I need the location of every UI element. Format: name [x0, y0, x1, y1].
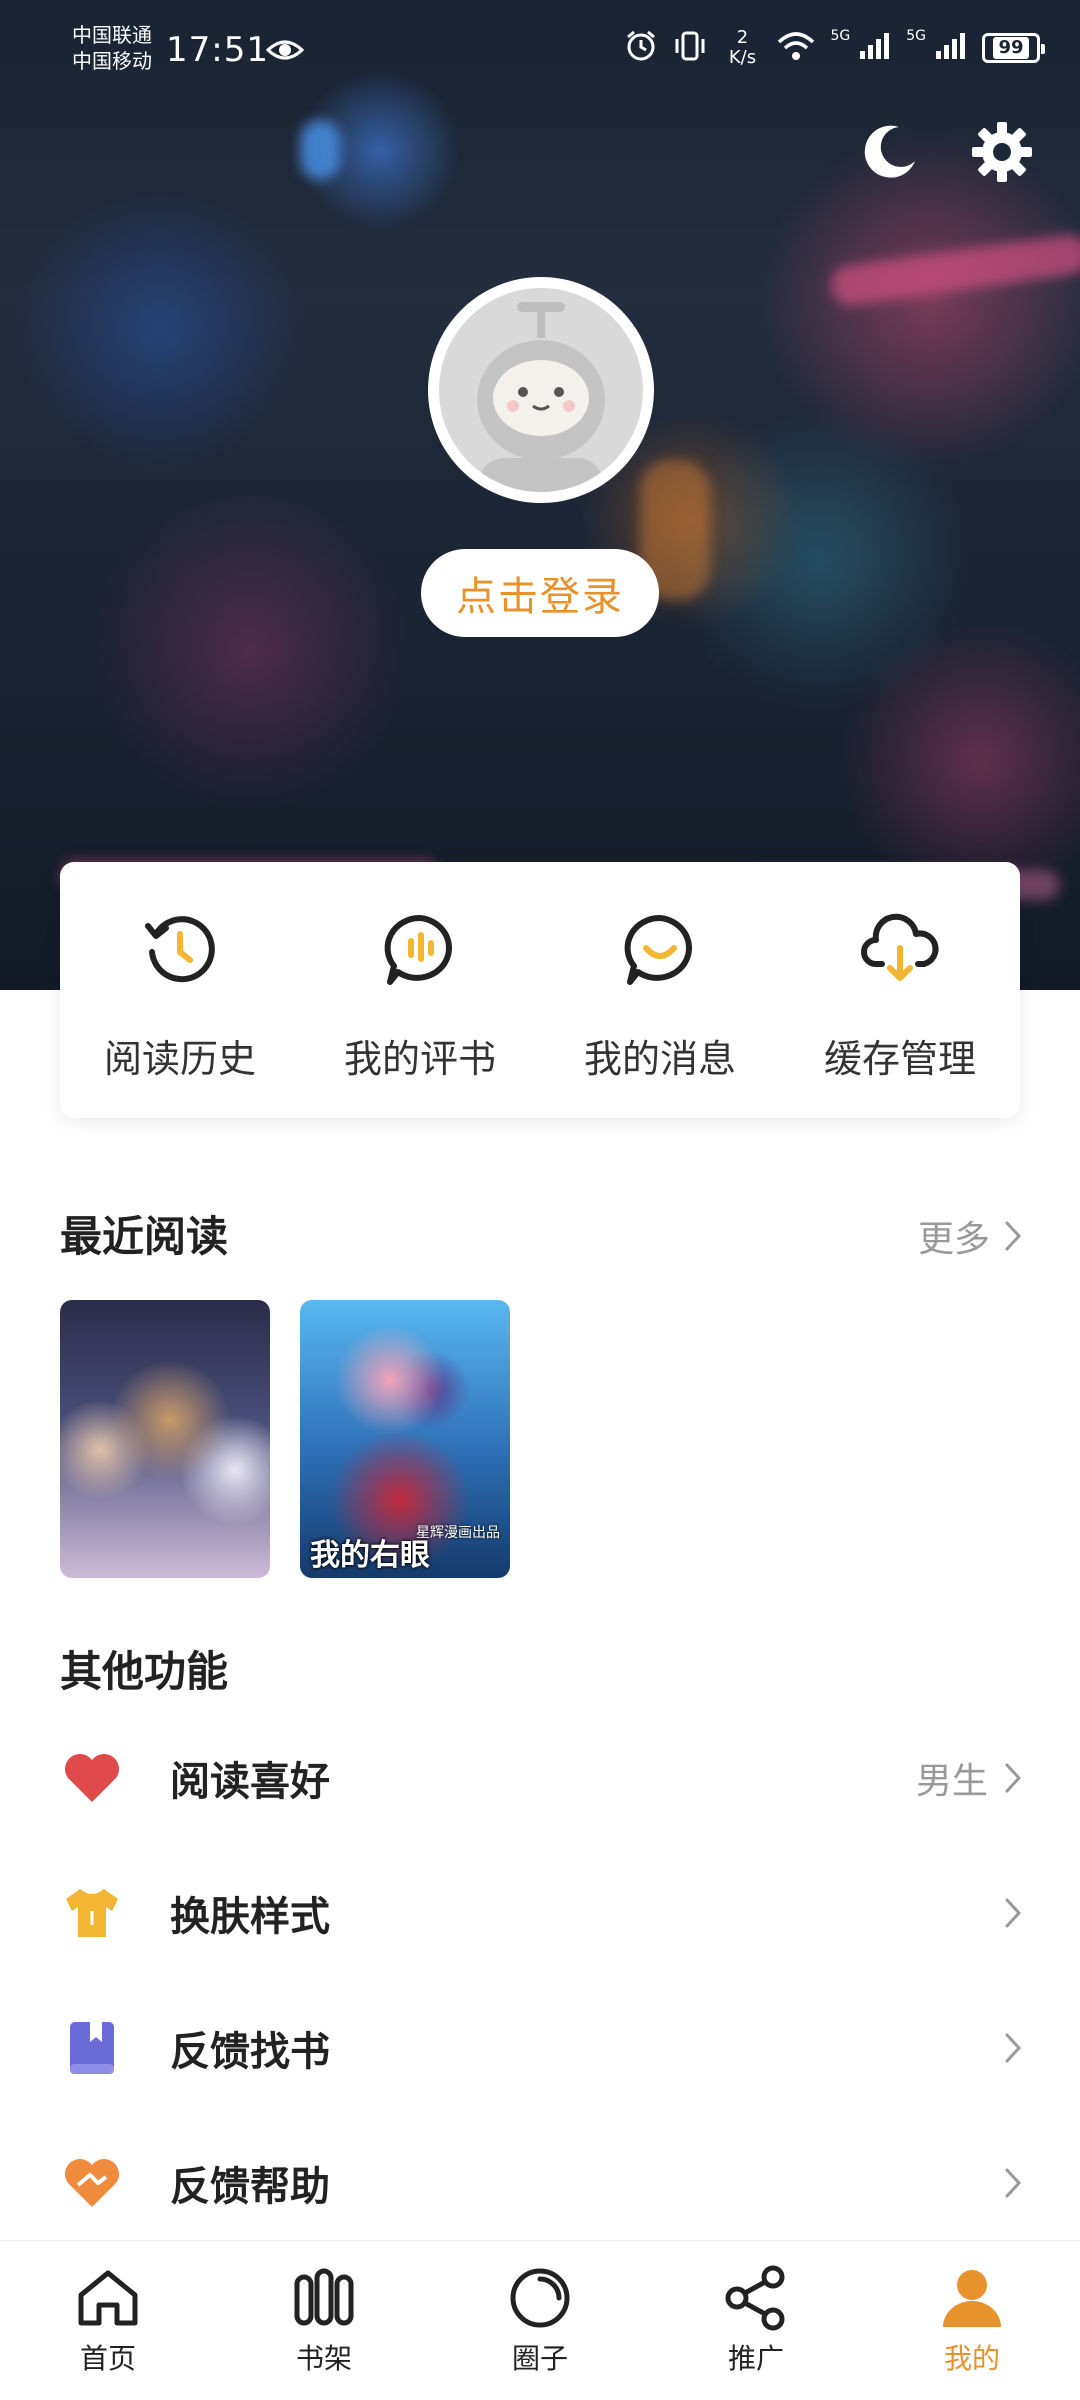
- chevron-right-icon: [1004, 1897, 1022, 1929]
- quick-action-cache-management[interactable]: 缓存管理: [780, 862, 1020, 1118]
- chevron-right-icon: [1004, 1220, 1022, 1252]
- function-label: 反馈帮助: [170, 2163, 330, 2210]
- quick-action-reading-history[interactable]: 阅读历史: [60, 862, 300, 1118]
- chevron-right-icon: [1004, 2032, 1022, 2064]
- status-time: 17:51: [166, 30, 269, 70]
- eye-icon: [265, 38, 305, 66]
- quick-action-label: 我的消息: [583, 1037, 736, 1081]
- alarm-icon: [624, 29, 658, 67]
- signal-1-type: 5G: [830, 28, 851, 44]
- battery-level: 99: [993, 37, 1029, 59]
- message-icon: [620, 910, 700, 990]
- heart-icon: [60, 1746, 124, 1810]
- battery-icon: 99: [982, 33, 1045, 63]
- nav-label: 圈子: [511, 2342, 568, 2375]
- carrier-2: 中国移动: [72, 49, 152, 73]
- gear-icon[interactable]: [970, 120, 1034, 184]
- quick-action-label: 我的评书: [343, 1037, 496, 1081]
- signal-icon: [858, 31, 892, 65]
- vibrate-icon: [672, 29, 708, 67]
- book-cover[interactable]: [60, 1300, 270, 1578]
- bottom-navigation: 首页 书架 圈子 推广 我的: [0, 2240, 1080, 2400]
- status-icons: 2 K/s 5G 5G 99: [624, 28, 1045, 68]
- net-speed-unit: K/s: [728, 47, 757, 68]
- nav-item-bookshelf[interactable]: 书架: [216, 2241, 432, 2400]
- nav-label: 首页: [79, 2342, 136, 2375]
- function-label: 阅读喜好: [170, 1758, 330, 1805]
- carrier-1: 中国联通: [72, 23, 152, 47]
- status-bar: 中国联通 中国移动 17:51 2 K/s 5G 5G 99: [0, 0, 1080, 110]
- quick-action-label: 缓存管理: [823, 1037, 976, 1081]
- nav-label: 书架: [295, 2342, 352, 2375]
- book-cover[interactable]: 星辉漫画出品 我的右眼: [300, 1300, 510, 1578]
- default-avatar-icon: [439, 288, 643, 492]
- history-icon: [140, 910, 220, 990]
- home-icon: [73, 2263, 143, 2333]
- feedback-help-row[interactable]: 反馈帮助: [0, 2115, 1080, 2250]
- net-speed-value: 2: [736, 27, 749, 48]
- quick-action-label: 阅读历史: [103, 1037, 256, 1081]
- more-link[interactable]: 更多: [918, 1210, 1022, 1262]
- nav-item-mine[interactable]: 我的: [864, 2241, 1080, 2400]
- book-cover-title: 我的右眼: [310, 1538, 430, 1573]
- nav-item-circle[interactable]: 圈子: [432, 2241, 648, 2400]
- help-heart-icon: [60, 2151, 124, 2215]
- wifi-icon: [776, 30, 816, 66]
- book-icon: [60, 2016, 124, 2080]
- chevron-right-icon: [1004, 2167, 1022, 2199]
- feedback-find-book-row[interactable]: 反馈找书: [0, 1980, 1080, 2115]
- circle-icon: [505, 2263, 575, 2333]
- function-label: 反馈找书: [170, 2028, 330, 2075]
- skin-style-row[interactable]: 换肤样式: [0, 1845, 1080, 1980]
- quick-action-my-messages[interactable]: 我的消息: [540, 862, 780, 1118]
- nav-item-home[interactable]: 首页: [0, 2241, 216, 2400]
- bookshelf-icon: [289, 2263, 359, 2333]
- quick-action-my-reviews[interactable]: 我的评书: [300, 862, 540, 1118]
- reading-preference-row[interactable]: 阅读喜好 男生: [0, 1710, 1080, 1845]
- header-actions: [858, 120, 1034, 184]
- tshirt-icon: [60, 1881, 124, 1945]
- avatar[interactable]: [428, 277, 654, 503]
- signal-icon: [934, 31, 968, 65]
- chevron-right-icon: [1004, 1762, 1022, 1794]
- recent-reading-title: 最近阅读: [60, 1212, 229, 1261]
- function-value: 男生: [915, 1760, 988, 1802]
- nav-label: 推广: [727, 2342, 784, 2375]
- cloud-download-icon: [860, 910, 940, 990]
- comment-book-icon: [380, 910, 460, 990]
- net-speed: 2 K/s: [722, 28, 762, 68]
- function-label: 换肤样式: [170, 1893, 330, 1940]
- moon-icon[interactable]: [858, 120, 922, 184]
- share-icon: [721, 2263, 791, 2333]
- recent-books-list: 星辉漫画出品 我的右眼: [60, 1300, 510, 1578]
- profile-icon: [937, 2263, 1007, 2333]
- other-functions-list: 阅读喜好 男生 换肤样式 反馈找书 反馈帮助: [0, 1710, 1080, 2250]
- more-label: 更多: [917, 1219, 990, 1260]
- signal-2-type: 5G: [906, 28, 926, 44]
- nav-label: 我的: [943, 2342, 1000, 2375]
- nav-item-promote[interactable]: 推广: [648, 2241, 864, 2400]
- carrier-labels: 中国联通 中国移动: [72, 22, 152, 74]
- other-functions-title: 其他功能: [60, 1647, 229, 1696]
- login-button[interactable]: 点击登录: [421, 549, 659, 637]
- quick-actions-card: 阅读历史 我的评书 我的消息 缓存管理: [60, 862, 1020, 1118]
